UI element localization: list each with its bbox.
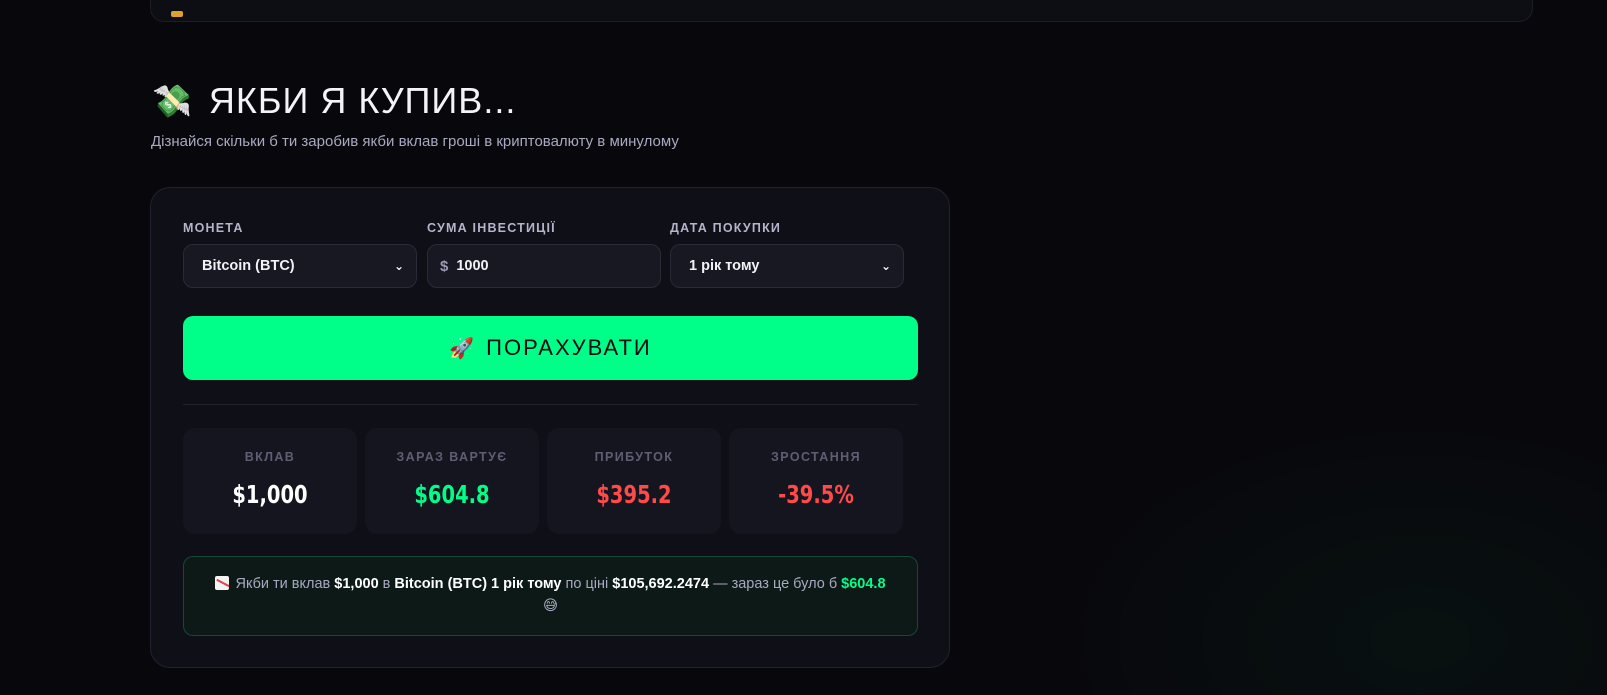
stat-value: -39.5%	[778, 480, 854, 509]
stat-label: ЗАРАЗ ВАРТУЄ	[396, 450, 508, 464]
date-field: ДАТА ПОКУПКИ 1 рік тому ⌄	[670, 221, 904, 288]
result-text: Якби ти вклав	[235, 576, 331, 592]
partial-emoji-icon	[171, 11, 183, 17]
dollar-icon: $	[440, 257, 449, 275]
amount-input-value: 1000	[456, 258, 489, 274]
calculator-panel: МОНЕТА Bitcoin (BTC) ⌄ СУМА ІНВЕСТИЦІЇ $…	[150, 187, 950, 668]
coin-label: МОНЕТА	[183, 221, 244, 235]
stat-label: ПРИБУТОК	[594, 450, 674, 464]
date-select-value: 1 рік тому	[689, 258, 760, 274]
date-label: ДАТА ПОКУПКИ	[670, 221, 782, 235]
stat-value: $395.2	[596, 480, 672, 509]
result-now-value: $604.8	[841, 576, 886, 592]
result-coin-period: Bitcoin (BTC) 1 рік тому	[394, 576, 562, 592]
stat-label: ЗРОСТАННЯ	[771, 450, 861, 464]
chart-decreasing-icon	[215, 576, 230, 590]
stat-growth: ЗРОСТАННЯ -39.5%	[729, 428, 903, 534]
rocket-icon: 🚀	[449, 337, 477, 360]
coin-select[interactable]: Bitcoin (BTC) ⌄	[183, 244, 417, 288]
stat-value: $604.8	[414, 480, 490, 509]
date-select[interactable]: 1 рік тому ⌄	[670, 244, 904, 288]
chevron-down-icon: ⌄	[880, 259, 891, 273]
amount-input[interactable]: $ 1000	[427, 244, 661, 288]
stat-current-worth: ЗАРАЗ ВАРТУЄ $604.8	[365, 428, 539, 534]
section-title: 💸 ЯКБИ Я КУПИВ...	[152, 76, 516, 126]
stat-label: ВКЛАВ	[244, 450, 296, 464]
previous-section-card	[150, 0, 1533, 22]
money-wings-icon: 💸	[152, 83, 193, 119]
amount-label: СУМА ІНВЕСТИЦІЇ	[427, 221, 556, 235]
calculate-button[interactable]: 🚀 ПОРАХУВАТИ	[183, 316, 918, 380]
result-text: — зараз це було б	[713, 576, 838, 592]
coin-select-value: Bitcoin (BTC)	[202, 258, 295, 274]
stat-value: $1,000	[232, 480, 308, 509]
section-title-text: ЯКБИ Я КУПИВ...	[208, 80, 517, 121]
calculate-button-label: ПОРАХУВАТИ	[486, 335, 652, 360]
result-text: по ціні	[565, 576, 609, 592]
stat-invested: ВКЛАВ $1,000	[183, 428, 357, 534]
amount-field: СУМА ІНВЕСТИЦІЇ $ 1000	[427, 221, 661, 288]
divider	[183, 404, 918, 405]
chevron-down-icon: ⌄	[393, 259, 404, 273]
sweat-smile-icon: 😅	[542, 598, 559, 614]
stat-profit: ПРИБУТОК $395.2	[547, 428, 721, 534]
result-summary: Якби ти вклав $1,000 в Bitcoin (BTC) 1 р…	[183, 556, 918, 636]
result-price: $105,692.2474	[612, 576, 710, 592]
result-amount: $1,000	[334, 576, 379, 592]
section-subtitle: Дізнайся скільки б ти заробив якби вклав…	[151, 133, 679, 150]
coin-field: МОНЕТА Bitcoin (BTC) ⌄	[183, 221, 417, 288]
result-text: в	[382, 576, 391, 592]
